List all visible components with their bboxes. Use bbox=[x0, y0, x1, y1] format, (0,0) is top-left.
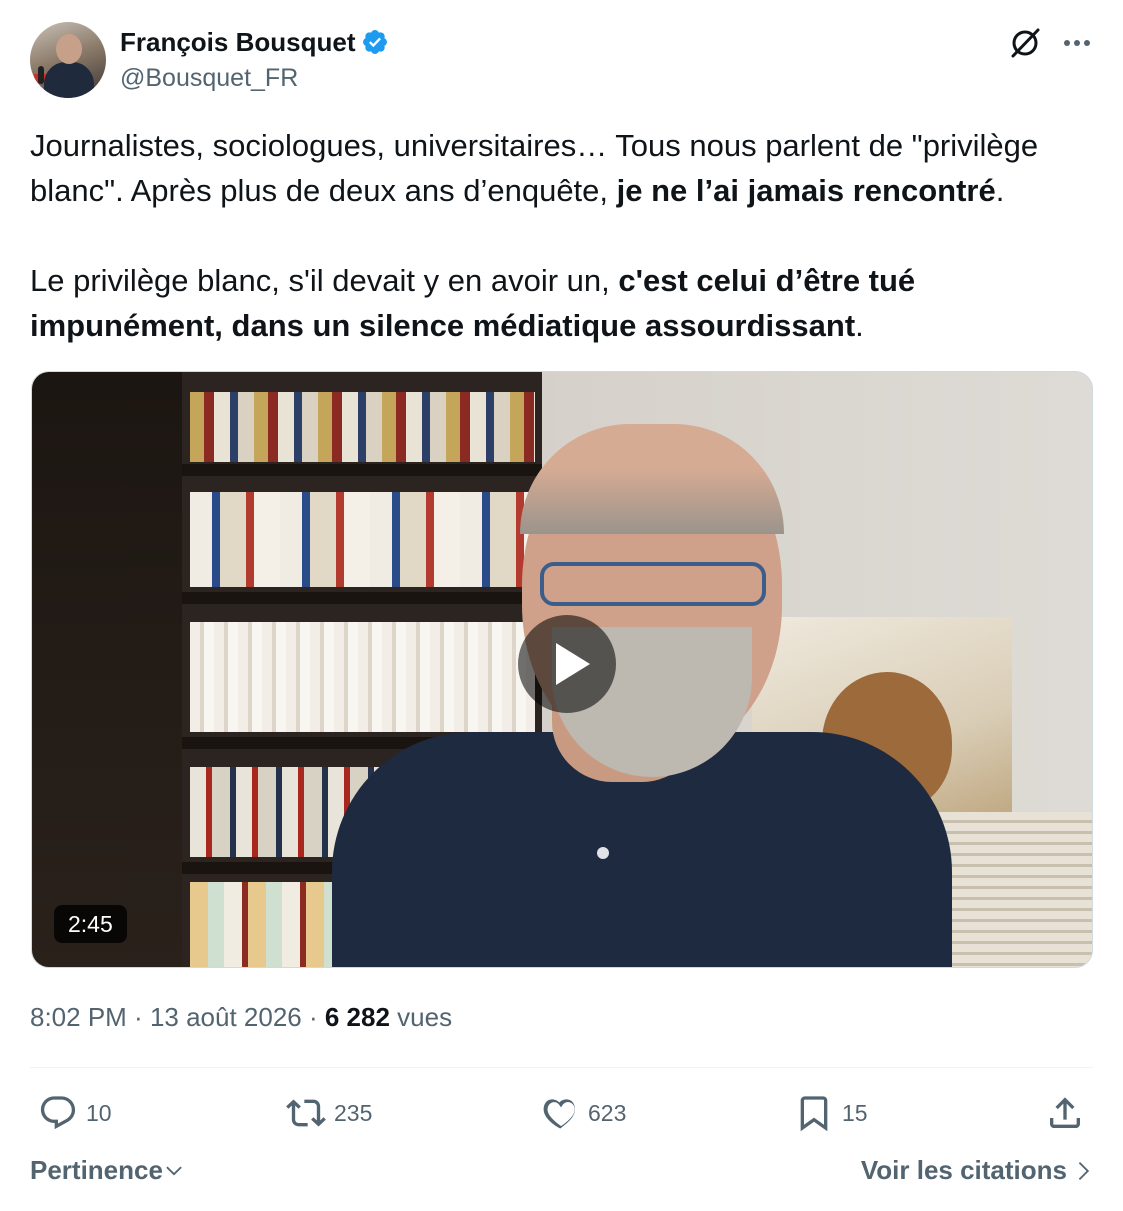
video-duration-badge: 2:45 bbox=[54, 905, 127, 943]
bookmark-button[interactable]: 15 bbox=[794, 1090, 868, 1136]
meta-separator: · bbox=[301, 1002, 325, 1032]
like-button[interactable]: 623 bbox=[540, 1090, 626, 1136]
reply-icon bbox=[40, 1096, 76, 1130]
play-icon bbox=[556, 643, 590, 685]
bookmark-icon bbox=[800, 1096, 828, 1132]
like-count: 623 bbox=[588, 1099, 627, 1126]
video-books bbox=[190, 622, 535, 732]
tweet-text-segment: Le privilège blanc, s'il devait y en avo… bbox=[30, 263, 619, 298]
chevron-right-icon bbox=[1078, 1161, 1090, 1180]
author-avatar[interactable] bbox=[30, 22, 106, 98]
tweet-date[interactable]: 13 août 2026 bbox=[150, 1002, 302, 1032]
tweet-text: Journalistes, sociologues, universitaire… bbox=[30, 123, 1096, 348]
view-quotes-label: Voir les citations bbox=[860, 1155, 1067, 1185]
sort-label: Pertinence bbox=[30, 1155, 163, 1185]
action-bar: 10 235 623 15 bbox=[30, 1090, 1093, 1136]
video-books bbox=[190, 392, 535, 462]
meta-separator: · bbox=[126, 1002, 150, 1032]
video-person-glasses bbox=[540, 562, 766, 606]
video-shelf bbox=[182, 464, 542, 476]
play-button[interactable] bbox=[518, 615, 616, 713]
views-count: 6 282 bbox=[324, 1002, 390, 1032]
view-quotes-link[interactable]: Voir les citations bbox=[861, 1155, 1093, 1186]
tweet-header: François Bousquet @Bousquet_FR bbox=[30, 22, 1094, 100]
tweet-time[interactable]: 8:02 PM bbox=[30, 1002, 127, 1032]
author-display-name[interactable]: François Bousquet bbox=[120, 27, 355, 58]
views-label: vues bbox=[389, 1002, 453, 1032]
repost-button[interactable]: 235 bbox=[286, 1090, 372, 1136]
video-player[interactable]: 2:45 bbox=[31, 371, 1093, 968]
tweet-paragraph-1: Journalistes, sociologues, universitaire… bbox=[30, 123, 1096, 213]
more-icon[interactable] bbox=[1060, 28, 1094, 58]
author-name-row: François Bousquet bbox=[120, 26, 389, 58]
avatar-detail bbox=[56, 34, 82, 64]
tweet-text-segment: . bbox=[995, 173, 1005, 208]
heart-icon bbox=[543, 1099, 575, 1129]
author-handle[interactable]: @Bousquet_FR bbox=[120, 64, 298, 93]
video-shelf bbox=[182, 592, 542, 604]
avatar-detail bbox=[44, 62, 94, 98]
tweet-text-segment: . bbox=[855, 308, 864, 343]
tweet-meta: 8:02 PM · 13 août 2026 · 6 282 vues bbox=[30, 1002, 452, 1033]
repost-icon bbox=[286, 1099, 326, 1127]
tweet-paragraph-2: Le privilège blanc, s'il devait y en avo… bbox=[30, 258, 1096, 348]
bookmark-count: 15 bbox=[842, 1099, 868, 1126]
chevron-down-icon bbox=[166, 1165, 182, 1176]
share-icon bbox=[1050, 1097, 1080, 1128]
share-button[interactable] bbox=[1045, 1090, 1085, 1136]
divider bbox=[30, 1067, 1093, 1068]
sort-dropdown[interactable]: Pertinence bbox=[30, 1155, 185, 1186]
grok-icon[interactable] bbox=[1008, 26, 1042, 60]
video-shirt-button bbox=[597, 847, 609, 859]
reply-button[interactable]: 10 bbox=[38, 1090, 112, 1136]
repost-count: 235 bbox=[334, 1099, 373, 1126]
reply-count: 10 bbox=[86, 1099, 112, 1126]
verified-badge-icon[interactable] bbox=[361, 28, 389, 56]
video-bookshelf-side bbox=[32, 372, 182, 967]
tweet-text-bold: je ne l’ai jamais rencontré bbox=[616, 173, 996, 208]
video-books bbox=[190, 492, 535, 587]
